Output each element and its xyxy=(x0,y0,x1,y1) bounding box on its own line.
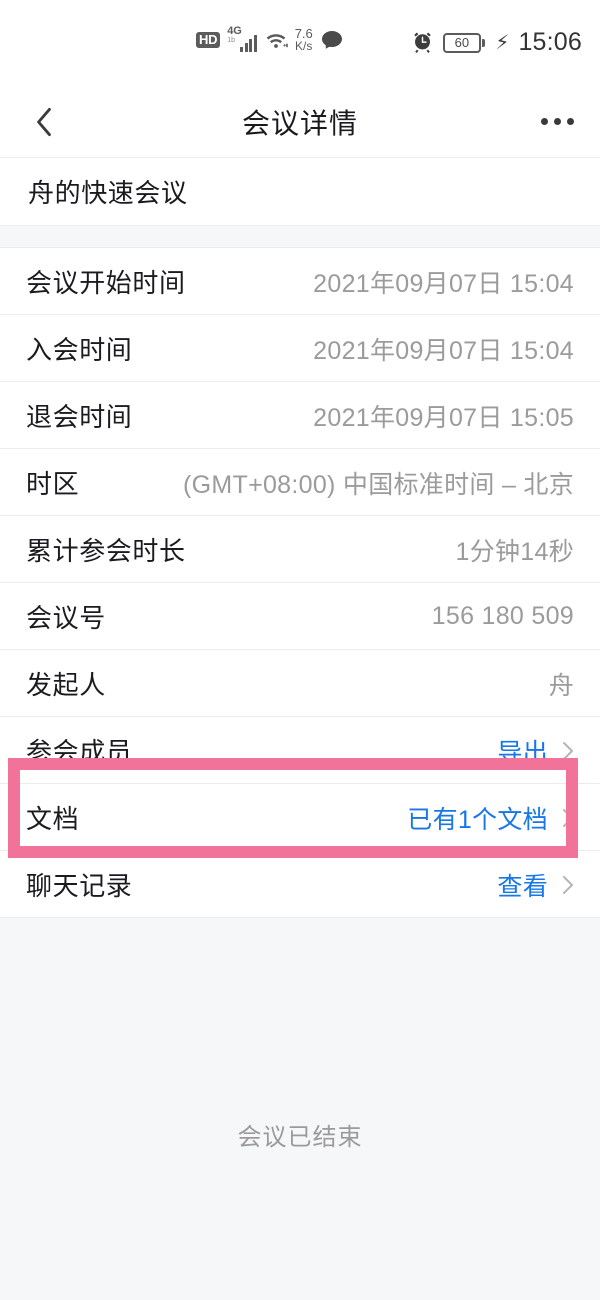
alarm-clock-icon xyxy=(411,31,434,54)
meeting-status-text: 会议已结束 xyxy=(237,1124,363,1151)
row-label: 累计参会时长 xyxy=(26,536,186,566)
network-type-label: 4G xyxy=(227,25,242,37)
table-row: 退会时间 2021年09月07日 15:05 xyxy=(0,382,600,449)
chevron-left-icon xyxy=(37,107,51,136)
row-value: 1分钟14秒 xyxy=(455,537,574,566)
row-label: 参会成员 xyxy=(26,737,133,767)
chat-history-row[interactable]: 聊天记录 查看 xyxy=(0,851,600,918)
row-label: 会议开始时间 xyxy=(26,268,186,298)
back-button[interactable] xyxy=(20,98,68,146)
row-label: 发起人 xyxy=(26,670,106,700)
chevron-right-icon xyxy=(563,741,573,760)
row-value: 2021年09月07日 15:04 xyxy=(313,269,574,298)
status-bar-clock: 15:06 xyxy=(518,28,582,56)
status-bar-right-group: 60 ⚡ 15:06 xyxy=(411,30,582,55)
battery-indicator: 60 xyxy=(442,32,486,53)
row-label: 文档 xyxy=(26,804,80,834)
table-row: 会议开始时间 2021年09月07日 15:04 xyxy=(0,248,600,315)
bottom-area: 会议已结束 xyxy=(0,918,600,1300)
row-value: 2021年09月07日 15:04 xyxy=(313,336,574,365)
table-row: 累计参会时长 1分钟14秒 xyxy=(0,516,600,583)
hd-badge: HD xyxy=(196,32,221,48)
row-label: 会议号 xyxy=(26,603,106,633)
meeting-name: 舟的快速会议 xyxy=(28,178,188,208)
charging-bolt-icon: ⚡ xyxy=(495,31,510,54)
status-bar-left-group: HD 4G 1b 7.6 K/s xyxy=(196,25,344,53)
export-link[interactable]: 导出 xyxy=(497,733,548,769)
meeting-info-list: 会议开始时间 2021年09月07日 15:04 入会时间 2021年09月07… xyxy=(0,248,600,918)
network-sub-label: 1b xyxy=(227,37,235,44)
chevron-right-icon xyxy=(563,875,573,894)
page-title: 会议详情 xyxy=(241,107,358,139)
navigation-bar: 会议详情 xyxy=(0,86,600,158)
data-speed-unit: K/s xyxy=(295,39,313,53)
chevron-right-icon xyxy=(563,808,573,827)
table-row: 入会时间 2021年09月07日 15:04 xyxy=(0,315,600,382)
more-options-button[interactable] xyxy=(537,108,578,135)
documents-row[interactable]: 文档 已有1个文档 xyxy=(0,784,600,851)
row-label: 入会时间 xyxy=(26,335,133,365)
signal-bars-icon: 4G 1b xyxy=(227,25,257,52)
view-chat-link[interactable]: 查看 xyxy=(497,867,548,903)
documents-link[interactable]: 已有1个文档 xyxy=(407,800,548,836)
phone-screen: HD 4G 1b 7.6 K/s 60 ⚡ 15:06 会议详情 舟的快速会议 … xyxy=(0,0,600,1300)
chat-bubble-icon xyxy=(320,29,344,51)
table-row: 时区 (GMT+08:00) 中国标准时间 – 北京 xyxy=(0,449,600,516)
section-divider xyxy=(0,226,600,248)
row-label: 聊天记录 xyxy=(26,871,133,901)
row-value: 156 180 509 xyxy=(431,602,574,630)
row-value: (GMT+08:00) 中国标准时间 – 北京 xyxy=(183,470,574,499)
meeting-name-row: 舟的快速会议 xyxy=(0,158,600,226)
wifi-icon xyxy=(264,30,288,50)
row-value: 2021年09月07日 15:05 xyxy=(313,403,574,432)
data-speed-indicator: 7.6 K/s xyxy=(295,27,313,53)
participants-row[interactable]: 参会成员 导出 xyxy=(0,717,600,784)
table-row: 会议号 156 180 509 xyxy=(0,583,600,650)
row-label: 退会时间 xyxy=(26,402,133,432)
row-value: 舟 xyxy=(548,671,574,700)
status-bar: HD 4G 1b 7.6 K/s 60 ⚡ 15:06 xyxy=(0,0,600,86)
battery-level-label: 60 xyxy=(454,35,470,50)
row-label: 时区 xyxy=(26,469,80,499)
table-row: 发起人 舟 xyxy=(0,650,600,717)
more-options-icon xyxy=(541,118,548,125)
